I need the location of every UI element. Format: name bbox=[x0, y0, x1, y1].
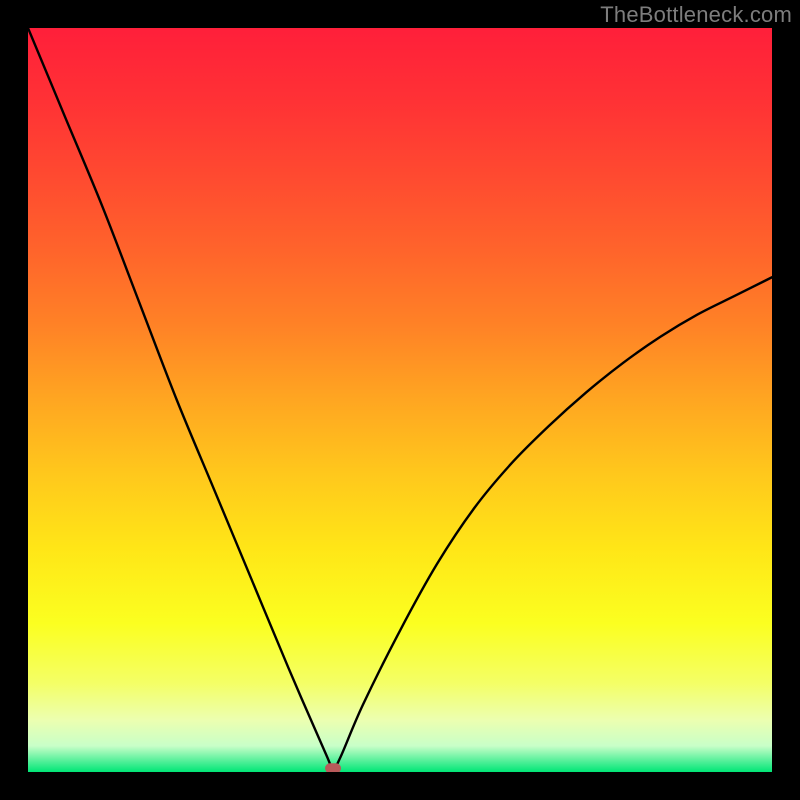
watermark-text: TheBottleneck.com bbox=[600, 2, 792, 28]
optimal-marker bbox=[325, 763, 341, 772]
plot-area bbox=[28, 28, 772, 772]
bottleneck-curve bbox=[28, 28, 772, 768]
curve-layer bbox=[28, 28, 772, 772]
chart-frame: TheBottleneck.com bbox=[0, 0, 800, 800]
